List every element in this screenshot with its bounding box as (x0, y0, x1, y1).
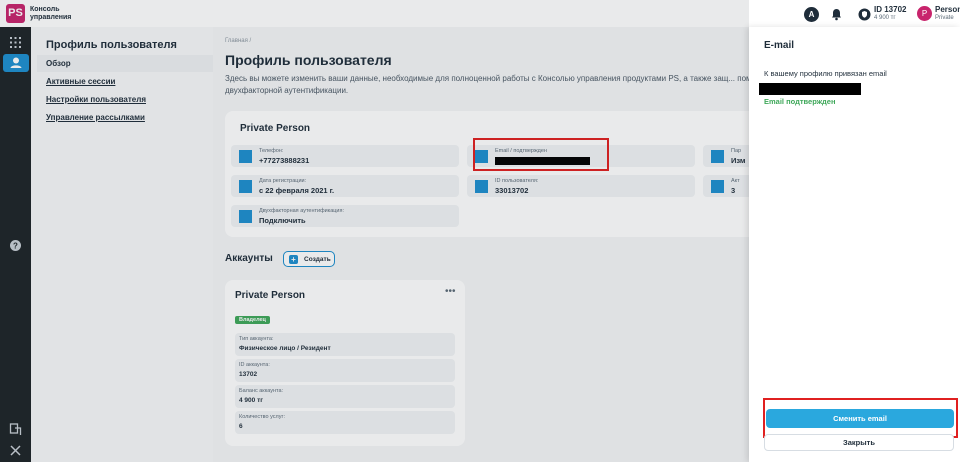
id-icon (475, 180, 488, 193)
field-value: +77273888231 (259, 156, 310, 165)
app-name-line2: управления (30, 14, 72, 21)
field-label: Пар (731, 148, 742, 154)
profile-card: Private Person Телефон: +77273888231 Ema… (225, 111, 749, 237)
more-icon[interactable]: ••• (445, 286, 456, 297)
user-role: Private (935, 15, 954, 21)
lock-icon (239, 210, 252, 223)
close-button[interactable]: Закрыть (764, 434, 954, 451)
field-label: Акт (731, 178, 740, 184)
account-id-row: ID аккаунта: 13702 (235, 359, 455, 382)
row-value: Физическое лицо / Резидент (239, 345, 331, 352)
field-label: ID пользователя: (495, 178, 539, 184)
account-balance: 4 900 тг (874, 15, 896, 21)
account-name: Private Person (235, 290, 306, 301)
app-name: Консоль управления (30, 6, 90, 22)
subnav-item-overview[interactable]: Обзор (46, 59, 71, 68)
main-content: Главная / Профиль пользователя Здесь вы … (213, 27, 749, 462)
panel-text: К вашему профилю привязан email (764, 69, 887, 78)
change-email-button[interactable]: Сменить email (766, 409, 954, 428)
app-name-line1: Консоль (30, 6, 60, 13)
password-icon (711, 150, 724, 163)
top-bar: PS Консоль управления A ID 13702 4 900 т… (0, 0, 960, 27)
two-factor-field[interactable]: Двухфакторная аутентификация: Подключить (231, 205, 459, 227)
user-id-field: ID пользователя: 33013702 (467, 175, 695, 197)
profile-nav-button[interactable] (3, 54, 29, 72)
phone-field[interactable]: Телефон: +77273888231 (231, 145, 459, 167)
panel-title: E-mail (764, 40, 795, 51)
ps-logo[interactable]: PS (6, 4, 25, 23)
account-type-row: Тип аккаунта: Физическое лицо / Резидент (235, 333, 455, 356)
profile-subnav: Профиль пользователя Обзор Активные сесс… (31, 27, 242, 462)
help-icon[interactable]: ? (6, 236, 25, 255)
password-field[interactable]: Пар Изм (703, 145, 749, 167)
field-value: 33013702 (495, 186, 529, 195)
tools-icon[interactable] (6, 441, 25, 460)
owner-badge: Владелец (235, 316, 270, 324)
apps-grid-icon[interactable] (6, 33, 25, 52)
field-value: с 22 февраля 2021 г. (259, 186, 335, 195)
row-value: 4 900 тг (239, 397, 263, 404)
page-title: Профиль пользователя (225, 52, 392, 68)
row-label: Количество услуг: (239, 414, 285, 420)
row-label: Баланс аккаунта: (239, 388, 284, 394)
email-side-panel: E-mail К вашему профилю привязан email E… (749, 27, 960, 462)
email-redacted-value (759, 83, 861, 95)
row-value: 13702 (239, 371, 258, 378)
email-highlight-box (473, 138, 609, 171)
field-label: Двухфакторная аутентификация: (259, 208, 344, 214)
left-rail: ? (0, 27, 31, 462)
row-value: 6 (239, 423, 243, 430)
breadcrumb[interactable]: Главная / (225, 38, 251, 44)
subnav-heading: Профиль пользователя (46, 39, 177, 51)
field-label: Телефон: (259, 148, 284, 154)
page-description: Здесь вы можете изменить ваши данные, не… (225, 74, 749, 95)
field-value: 3 (731, 186, 736, 195)
account-card[interactable]: Private Person ••• Владелец Тип аккаунта… (225, 280, 465, 446)
row-label: ID аккаунта: (239, 362, 270, 368)
subnav-item-mailings[interactable]: Управление рассылками (46, 113, 145, 122)
svg-text:?: ? (13, 242, 18, 251)
calendar-icon (239, 180, 252, 193)
documents-icon[interactable] (6, 420, 25, 439)
registration-date-field: Дата регистрации: с 22 февраля 2021 г. (231, 175, 459, 197)
phone-icon (239, 150, 252, 163)
create-account-button[interactable]: + Создать (283, 251, 335, 267)
user-avatar[interactable]: P (917, 6, 932, 21)
field-label: Дата регистрации: (259, 178, 307, 184)
create-label: Создать (304, 256, 331, 263)
assistant-avatar[interactable]: A (804, 7, 819, 22)
field-value: Изм (731, 156, 746, 165)
accounts-heading: Аккаунты (225, 253, 273, 264)
row-label: Тип аккаунта: (239, 336, 274, 342)
account-id[interactable]: ID 13702 (874, 5, 906, 14)
user-name[interactable]: Person (935, 5, 960, 14)
subnav-item-sessions[interactable]: Активные сессии (46, 77, 115, 86)
active-icon (711, 180, 724, 193)
profile-card-title: Private Person (240, 123, 311, 134)
bell-icon[interactable] (829, 7, 844, 22)
shield-icon[interactable] (858, 8, 871, 21)
email-verified-status: Email подтвержден (764, 97, 836, 106)
plus-icon: + (289, 255, 298, 264)
account-balance-row: Баланс аккаунта: 4 900 тг (235, 385, 455, 408)
subnav-item-settings[interactable]: Настройки пользователя (46, 95, 146, 104)
field-value: Подключить (259, 216, 306, 225)
active-field[interactable]: Акт 3 (703, 175, 749, 197)
services-count-row: Количество услуг: 6 (235, 411, 455, 434)
